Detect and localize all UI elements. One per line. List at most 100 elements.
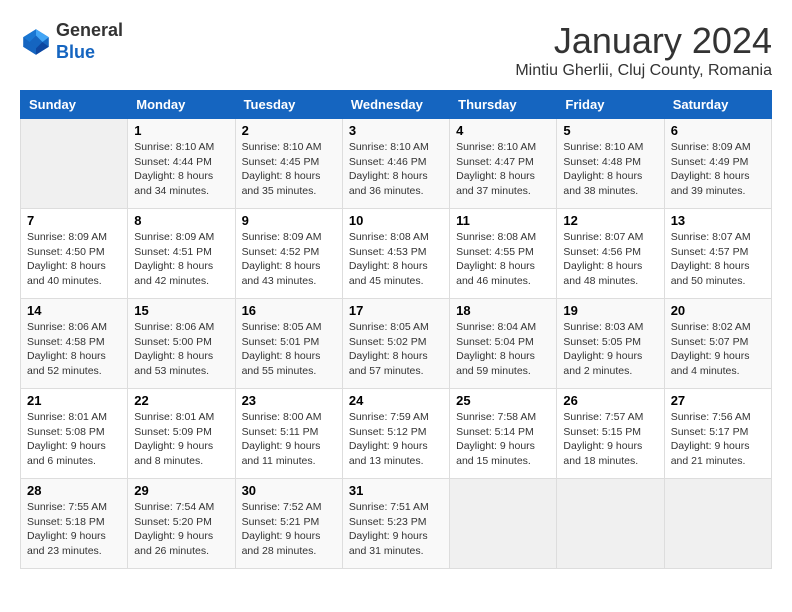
calendar-cell: 23 Sunrise: 8:00 AM Sunset: 5:11 PM Dayli…	[235, 389, 342, 479]
day-info: Sunrise: 8:09 AM Sunset: 4:50 PM Dayligh…	[27, 230, 121, 289]
logo: General Blue	[20, 20, 123, 63]
calendar-table: SundayMondayTuesdayWednesdayThursdayFrid…	[20, 90, 772, 569]
day-info: Sunrise: 8:05 AM Sunset: 5:01 PM Dayligh…	[242, 320, 336, 379]
calendar-cell: 3Sunrise: 8:10 AM Sunset: 4:46 PM Daylig…	[342, 119, 449, 209]
day-number: 24	[349, 393, 443, 408]
calendar-cell: 1 Sunrise: 8:10 AM Sunset: 4:44 PM Daylig…	[128, 119, 235, 209]
day-number: 18	[456, 303, 550, 318]
calendar-header: SundayMondayTuesdayWednesdayThursdayFrid…	[21, 91, 772, 119]
day-info: Sunrise: 7:58 AM Sunset: 5:14 PM Dayligh…	[456, 410, 550, 469]
day-number: 21	[27, 393, 121, 408]
day-number: 20	[671, 303, 765, 318]
day-number: 9	[242, 213, 336, 228]
calendar-body: 1 Sunrise: 8:10 AM Sunset: 4:44 PM Daylig…	[21, 119, 772, 569]
day-info: Sunrise: 8:10 AM Sunset: 4:45 PM Dayligh…	[242, 140, 336, 199]
calendar-cell: 22 Sunrise: 8:01 AM Sunset: 5:09 PM Dayli…	[128, 389, 235, 479]
day-number: 17	[349, 303, 443, 318]
day-number: 30	[242, 483, 336, 498]
day-number: 7	[27, 213, 121, 228]
day-number: 14	[27, 303, 121, 318]
calendar-cell: 17 Sunrise: 8:05 AM Sunset: 5:02 PM Dayli…	[342, 299, 449, 389]
header-cell-saturday: Saturday	[664, 91, 771, 119]
day-number: 22	[134, 393, 228, 408]
header-cell-thursday: Thursday	[450, 91, 557, 119]
day-info: Sunrise: 8:06 AM Sunset: 5:00 PM Dayligh…	[134, 320, 228, 379]
day-info: Sunrise: 7:54 AM Sunset: 5:20 PM Dayligh…	[134, 500, 228, 559]
day-number: 12	[563, 213, 657, 228]
calendar-week-2: 7 Sunrise: 8:09 AM Sunset: 4:50 PM Daylig…	[21, 209, 772, 299]
day-info: Sunrise: 8:03 AM Sunset: 5:05 PM Dayligh…	[563, 320, 657, 379]
day-info: Sunrise: 8:10 AM Sunset: 4:48 PM Dayligh…	[563, 140, 657, 199]
day-info: Sunrise: 8:09 AM Sunset: 4:49 PM Dayligh…	[671, 140, 765, 199]
main-title: January 2024	[515, 20, 772, 62]
day-info: Sunrise: 8:09 AM Sunset: 4:51 PM Dayligh…	[134, 230, 228, 289]
calendar-cell: 15 Sunrise: 8:06 AM Sunset: 5:00 PM Dayli…	[128, 299, 235, 389]
calendar-cell: 7 Sunrise: 8:09 AM Sunset: 4:50 PM Daylig…	[21, 209, 128, 299]
day-info: Sunrise: 7:52 AM Sunset: 5:21 PM Dayligh…	[242, 500, 336, 559]
day-info: Sunrise: 8:04 AM Sunset: 5:04 PM Dayligh…	[456, 320, 550, 379]
day-info: Sunrise: 7:55 AM Sunset: 5:18 PM Dayligh…	[27, 500, 121, 559]
calendar-cell: 5 Sunrise: 8:10 AM Sunset: 4:48 PM Daylig…	[557, 119, 664, 209]
day-number: 23	[242, 393, 336, 408]
day-number: 8	[134, 213, 228, 228]
calendar-cell: 18 Sunrise: 8:04 AM Sunset: 5:04 PM Dayli…	[450, 299, 557, 389]
day-number: 25	[456, 393, 550, 408]
logo-text: General Blue	[56, 20, 123, 63]
calendar-week-5: 28Sunrise: 7:55 AM Sunset: 5:18 PM Dayli…	[21, 479, 772, 569]
day-info: Sunrise: 8:00 AM Sunset: 5:11 PM Dayligh…	[242, 410, 336, 469]
calendar-cell: 27 Sunrise: 7:56 AM Sunset: 5:17 PM Dayli…	[664, 389, 771, 479]
day-info: Sunrise: 8:10 AM Sunset: 4:46 PM Dayligh…	[349, 140, 443, 199]
day-number: 4	[456, 123, 550, 138]
day-number: 27	[671, 393, 765, 408]
day-info: Sunrise: 8:08 AM Sunset: 4:55 PM Dayligh…	[456, 230, 550, 289]
day-info: Sunrise: 8:06 AM Sunset: 4:58 PM Dayligh…	[27, 320, 121, 379]
calendar-cell: 2 Sunrise: 8:10 AM Sunset: 4:45 PM Daylig…	[235, 119, 342, 209]
day-number: 16	[242, 303, 336, 318]
day-number: 1	[134, 123, 228, 138]
calendar-cell	[664, 479, 771, 569]
calendar-cell: 21Sunrise: 8:01 AM Sunset: 5:08 PM Dayli…	[21, 389, 128, 479]
calendar-cell: 4Sunrise: 8:10 AM Sunset: 4:47 PM Daylig…	[450, 119, 557, 209]
calendar-cell: 6Sunrise: 8:09 AM Sunset: 4:49 PM Daylig…	[664, 119, 771, 209]
calendar-cell: 10 Sunrise: 8:08 AM Sunset: 4:53 PM Dayli…	[342, 209, 449, 299]
calendar-cell: 20Sunrise: 8:02 AM Sunset: 5:07 PM Dayli…	[664, 299, 771, 389]
calendar-cell	[557, 479, 664, 569]
day-info: Sunrise: 8:10 AM Sunset: 4:44 PM Dayligh…	[134, 140, 228, 199]
calendar-cell: 16 Sunrise: 8:05 AM Sunset: 5:01 PM Dayli…	[235, 299, 342, 389]
calendar-cell: 30 Sunrise: 7:52 AM Sunset: 5:21 PM Dayli…	[235, 479, 342, 569]
day-number: 26	[563, 393, 657, 408]
page-header: General Blue January 2024 Mintiu Gherlii…	[20, 20, 772, 80]
day-number: 11	[456, 213, 550, 228]
calendar-cell: 13Sunrise: 8:07 AM Sunset: 4:57 PM Dayli…	[664, 209, 771, 299]
calendar-week-3: 14 Sunrise: 8:06 AM Sunset: 4:58 PM Dayli…	[21, 299, 772, 389]
calendar-cell: 9 Sunrise: 8:09 AM Sunset: 4:52 PM Daylig…	[235, 209, 342, 299]
day-info: Sunrise: 8:05 AM Sunset: 5:02 PM Dayligh…	[349, 320, 443, 379]
day-number: 2	[242, 123, 336, 138]
calendar-cell: 31Sunrise: 7:51 AM Sunset: 5:23 PM Dayli…	[342, 479, 449, 569]
calendar-week-4: 21Sunrise: 8:01 AM Sunset: 5:08 PM Dayli…	[21, 389, 772, 479]
day-info: Sunrise: 8:09 AM Sunset: 4:52 PM Dayligh…	[242, 230, 336, 289]
day-number: 15	[134, 303, 228, 318]
day-info: Sunrise: 7:57 AM Sunset: 5:15 PM Dayligh…	[563, 410, 657, 469]
logo-icon	[20, 26, 52, 58]
header-cell-sunday: Sunday	[21, 91, 128, 119]
header-cell-friday: Friday	[557, 91, 664, 119]
calendar-week-1: 1 Sunrise: 8:10 AM Sunset: 4:44 PM Daylig…	[21, 119, 772, 209]
calendar-cell: 26 Sunrise: 7:57 AM Sunset: 5:15 PM Dayli…	[557, 389, 664, 479]
day-info: Sunrise: 8:07 AM Sunset: 4:56 PM Dayligh…	[563, 230, 657, 289]
day-number: 10	[349, 213, 443, 228]
day-info: Sunrise: 8:01 AM Sunset: 5:09 PM Dayligh…	[134, 410, 228, 469]
calendar-cell	[21, 119, 128, 209]
calendar-cell: 29 Sunrise: 7:54 AM Sunset: 5:20 PM Dayli…	[128, 479, 235, 569]
calendar-cell: 19Sunrise: 8:03 AM Sunset: 5:05 PM Dayli…	[557, 299, 664, 389]
day-number: 29	[134, 483, 228, 498]
calendar-cell: 11 Sunrise: 8:08 AM Sunset: 4:55 PM Dayli…	[450, 209, 557, 299]
header-cell-monday: Monday	[128, 91, 235, 119]
calendar-cell: 24Sunrise: 7:59 AM Sunset: 5:12 PM Dayli…	[342, 389, 449, 479]
day-number: 5	[563, 123, 657, 138]
day-info: Sunrise: 7:56 AM Sunset: 5:17 PM Dayligh…	[671, 410, 765, 469]
header-cell-wednesday: Wednesday	[342, 91, 449, 119]
calendar-cell: 12 Sunrise: 8:07 AM Sunset: 4:56 PM Dayli…	[557, 209, 664, 299]
day-info: Sunrise: 8:08 AM Sunset: 4:53 PM Dayligh…	[349, 230, 443, 289]
calendar-cell: 8 Sunrise: 8:09 AM Sunset: 4:51 PM Daylig…	[128, 209, 235, 299]
